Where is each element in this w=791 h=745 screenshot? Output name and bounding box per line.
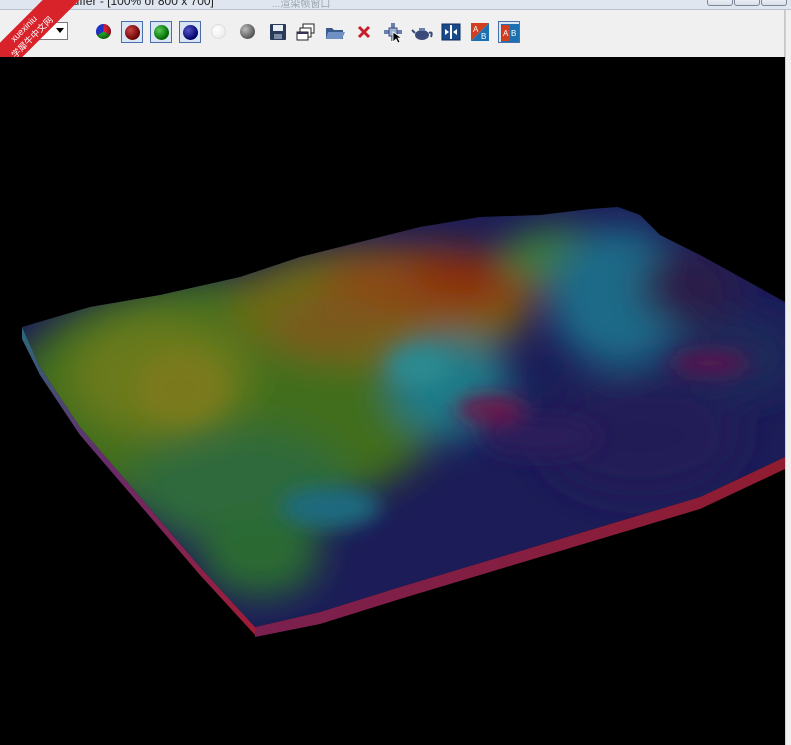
- crosshair-cursor-icon: [384, 23, 404, 43]
- mono-channel-button[interactable]: [237, 21, 259, 43]
- compare-ab-button[interactable]: [440, 21, 462, 43]
- folder-icon: [326, 28, 345, 39]
- minimize-button[interactable]: [707, 0, 733, 6]
- split-vertical-icon: [441, 23, 461, 41]
- white-ball-icon: [211, 24, 226, 39]
- a-b-toggle-button[interactable]: A B: [498, 21, 520, 43]
- render-viewport[interactable]: [0, 57, 785, 745]
- red-ball-icon: [125, 25, 140, 40]
- print-button[interactable]: [411, 21, 433, 43]
- a-b-split-button[interactable]: A B: [469, 21, 491, 43]
- rendered-terrain-image: [22, 207, 785, 637]
- blue-channel-button[interactable]: [179, 21, 201, 43]
- track-cursor-button[interactable]: [382, 21, 404, 43]
- gray-ball-icon: [240, 24, 255, 39]
- window-title-bar: ...e buffer - [100% of 800 x 700] ...渲染帧…: [0, 0, 791, 10]
- clear-button[interactable]: [353, 21, 375, 43]
- maximize-button[interactable]: [734, 0, 760, 6]
- window-right-border: [785, 10, 791, 745]
- ab-diagonal-icon: A B: [471, 23, 489, 41]
- alpha-channel-button[interactable]: [208, 21, 230, 43]
- terrain-top-surface: [22, 207, 785, 627]
- teapot-icon: [411, 28, 433, 40]
- ab-pressed-icon: A B: [501, 24, 519, 42]
- clone-windows-icon: [296, 23, 315, 41]
- floppy-disk-icon: [270, 24, 286, 40]
- frame-buffer-toolbar: A B A B: [0, 10, 785, 57]
- blue-ball-icon: [183, 25, 198, 40]
- rgb-ball-icon: [96, 24, 111, 39]
- red-x-icon: [357, 25, 371, 39]
- green-channel-button[interactable]: [150, 21, 172, 43]
- rgb-channels-button[interactable]: [93, 21, 115, 43]
- clone-frame-button[interactable]: [295, 21, 317, 43]
- svg-text:A: A: [473, 25, 479, 34]
- open-folder-button[interactable]: [324, 21, 346, 43]
- svg-text:B: B: [511, 29, 516, 38]
- red-channel-button[interactable]: [121, 21, 143, 43]
- svg-text:B: B: [481, 32, 486, 41]
- chevron-down-icon: [56, 28, 64, 33]
- save-image-button[interactable]: [267, 21, 289, 43]
- green-ball-icon: [154, 25, 169, 40]
- close-window-button[interactable]: [761, 0, 787, 6]
- svg-text:A: A: [503, 29, 509, 38]
- window-title-secondary: ...渲染帧窗口: [272, 0, 331, 10]
